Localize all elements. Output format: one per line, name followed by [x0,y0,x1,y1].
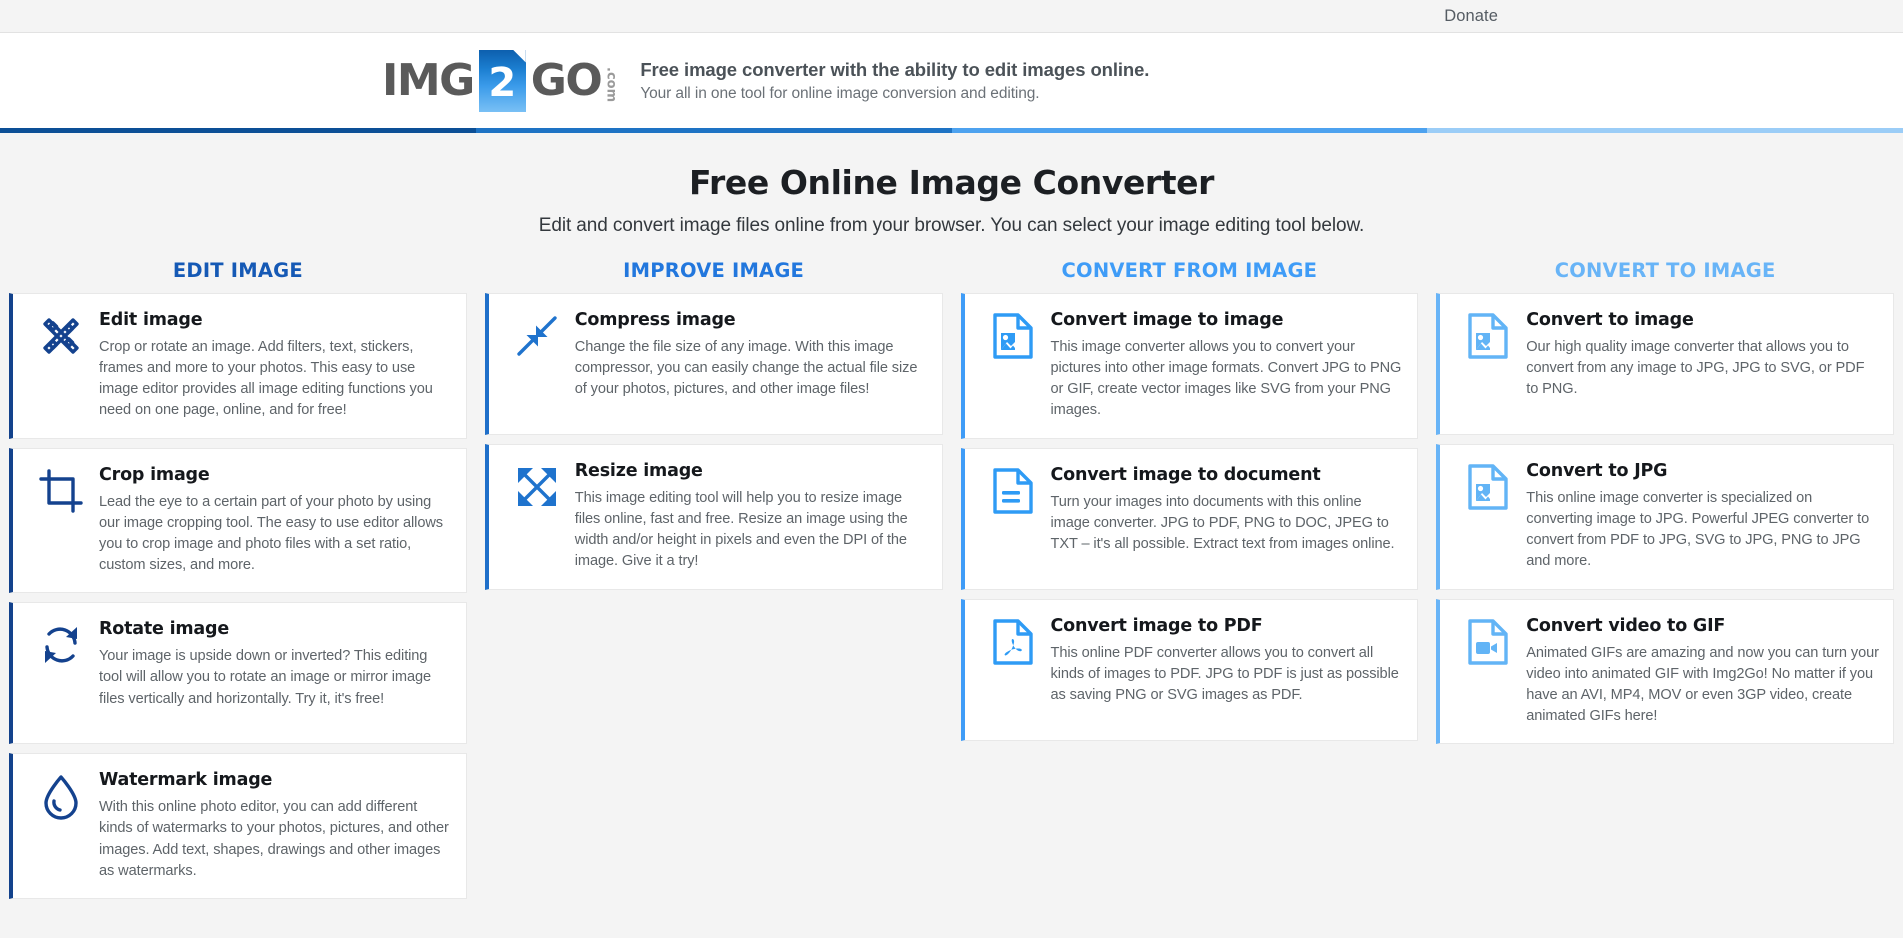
tool-card-body: Convert image to PDF This online PDF conv… [1045,616,1404,706]
top-utility-bar: Donate [0,0,1903,33]
tool-card-description: Crop or rotate an image. Add filters, te… [99,339,433,419]
tools-column-1: Edit image Crop or rotate an image. Add f… [0,293,476,899]
tool-card[interactable]: Convert image to document Turn your image… [960,447,1419,590]
img2go-logo[interactable]: IMG 2 GO .com [382,49,619,112]
tool-card-title: Compress image [574,310,736,330]
tools-section: EDIT IMAGE IMPROVE IMAGE CONVERT FROM IMAG… [0,237,1903,938]
tool-card-title: Watermark image [99,770,273,791]
column-heading-3: CONVERT FROM IMAGE [1061,259,1318,282]
tool-card[interactable]: Edit image Crop or rotate an image. Add f… [9,293,467,439]
tool-card-title: Convert to image [1526,310,1694,330]
tool-card-title: Rotate image [99,619,230,640]
tool-card-body: Resize image This image editing tool will… [569,461,928,573]
page-subtitle: Edit and convert image files online from… [538,215,1365,236]
header-tagline: Free image converter with the ability to… [640,58,1150,80]
logo-tile-2: 2 [478,49,526,112]
tool-card[interactable]: Compress image Change the file size of an… [484,293,943,435]
tool-card-description: This online image converter is specializ… [1526,490,1870,570]
donate-link[interactable]: Donate [1444,7,1498,26]
accent-divider [0,128,1903,133]
tool-card[interactable]: Convert to JPG This online image converte… [1436,444,1894,590]
header-subtagline: Your all in one tool for online image co… [640,85,1040,103]
droplet-icon [29,770,93,820]
column-heading-4: CONVERT TO IMAGE [1554,259,1776,282]
tool-card-title: Convert video to GIF [1526,615,1726,636]
logo-text-com: .com [603,66,619,103]
tools-column-3: Convert image to image This image convert… [952,293,1428,741]
tool-card-body: Convert to image Our high quality image c… [1520,310,1879,400]
tool-card-description: Your image is upside down or inverted? T… [99,648,432,707]
tool-card-description: This online PDF converter allows you to … [1050,644,1399,703]
tool-card-body: Crop image Lead the eye to a certain part… [93,465,452,577]
logo-text-go: GO [530,54,603,106]
tool-card-body: Convert image to document Turn your image… [1045,465,1404,555]
tool-card[interactable]: Convert image to PDF This online PDF conv… [960,598,1419,741]
tool-card-description: Lead the eye to a certain part of your p… [99,493,443,574]
site-header: IMG 2 GO .com Free image converter with … [0,33,1903,128]
header-tagline-block: Free image converter with the ability to… [640,58,1149,104]
tools-column-4: Convert to image Our high quality image c… [1427,293,1903,745]
accent-divider-segment-4 [1427,128,1903,133]
accent-divider-segment-2 [475,128,952,133]
tool-card-title: Convert to JPG [1526,461,1668,481]
tool-card[interactable]: Crop image Lead the eye to a certain part… [9,447,467,594]
page-title: Free Online Image Converter [688,163,1215,202]
tool-card-title: Convert image to document [1050,464,1321,485]
tool-card-title: Convert image to PDF [1050,615,1263,636]
hero-section: Free Online Image Converter Edit and con… [0,133,1903,237]
accent-divider-segment-1 [0,128,476,133]
crop-icon [29,465,93,515]
column-heading-1: EDIT IMAGE [172,259,303,282]
tool-card-description: This image converter allows you to conve… [1050,339,1402,419]
column-headings: EDIT IMAGE IMPROVE IMAGE CONVERT FROM IMAG… [0,259,1903,293]
pencil-ruler-icon [29,310,93,360]
tool-card[interactable]: Resize image This image editing tool will… [484,444,943,590]
file-image-icon [1456,461,1520,511]
tool-card-body: Rotate image Your image is upside down or… [93,619,452,709]
tool-card[interactable]: Watermark image With this online photo ed… [9,753,467,899]
tool-card-title: Crop image [99,464,210,485]
tool-card[interactable]: Convert to image Our high quality image c… [1436,293,1894,435]
file-image-icon [1456,310,1520,360]
tool-card-title: Convert image to image [1050,310,1284,330]
compress-arrows-icon [505,310,569,360]
rotate-icon [29,619,93,669]
tool-card-description: With this online photo editor, you can a… [99,799,449,879]
accent-divider-segment-3 [951,128,1428,133]
tool-card[interactable]: Convert image to image This image convert… [960,293,1419,439]
tool-card-body: Watermark image With this online photo ed… [93,770,452,882]
expand-arrows-icon [505,461,569,511]
tool-card-title: Resize image [574,461,703,481]
tool-card-description: Our high quality image converter that al… [1526,339,1865,398]
column-heading-2: IMPROVE IMAGE [623,259,805,282]
tools-grid: Edit image Crop or rotate an image. Add f… [0,293,1903,899]
tool-card-description: Animated GIFs are amazing and now you ca… [1526,644,1879,725]
file-image-icon [981,310,1045,360]
tool-card-body: Convert video to GIF Animated GIFs are am… [1520,616,1879,728]
tool-card-body: Edit image Crop or rotate an image. Add f… [93,310,452,422]
tools-column-2: Compress image Change the file size of an… [476,293,952,590]
tool-card-body: Convert image to image This image convert… [1045,310,1404,422]
tool-card-description: Change the file size of any image. With … [574,339,918,398]
file-video-icon [1456,616,1520,666]
tool-card[interactable]: Rotate image Your image is upside down or… [9,602,467,745]
logo-tile-digit: 2 [488,59,517,106]
tool-card-body: Compress image Change the file size of an… [569,310,928,400]
tool-card-description: This image editing tool will help you to… [574,490,908,570]
file-document-icon [981,465,1045,515]
tool-card[interactable]: Convert video to GIF Animated GIFs are am… [1436,598,1894,745]
tool-card-title: Edit image [99,310,203,330]
tool-card-body: Convert to JPG This online image converte… [1520,461,1879,573]
file-pdf-icon [981,616,1045,666]
logo-text-img: IMG [382,54,475,106]
tool-card-description: Turn your images into documents with thi… [1050,493,1395,552]
